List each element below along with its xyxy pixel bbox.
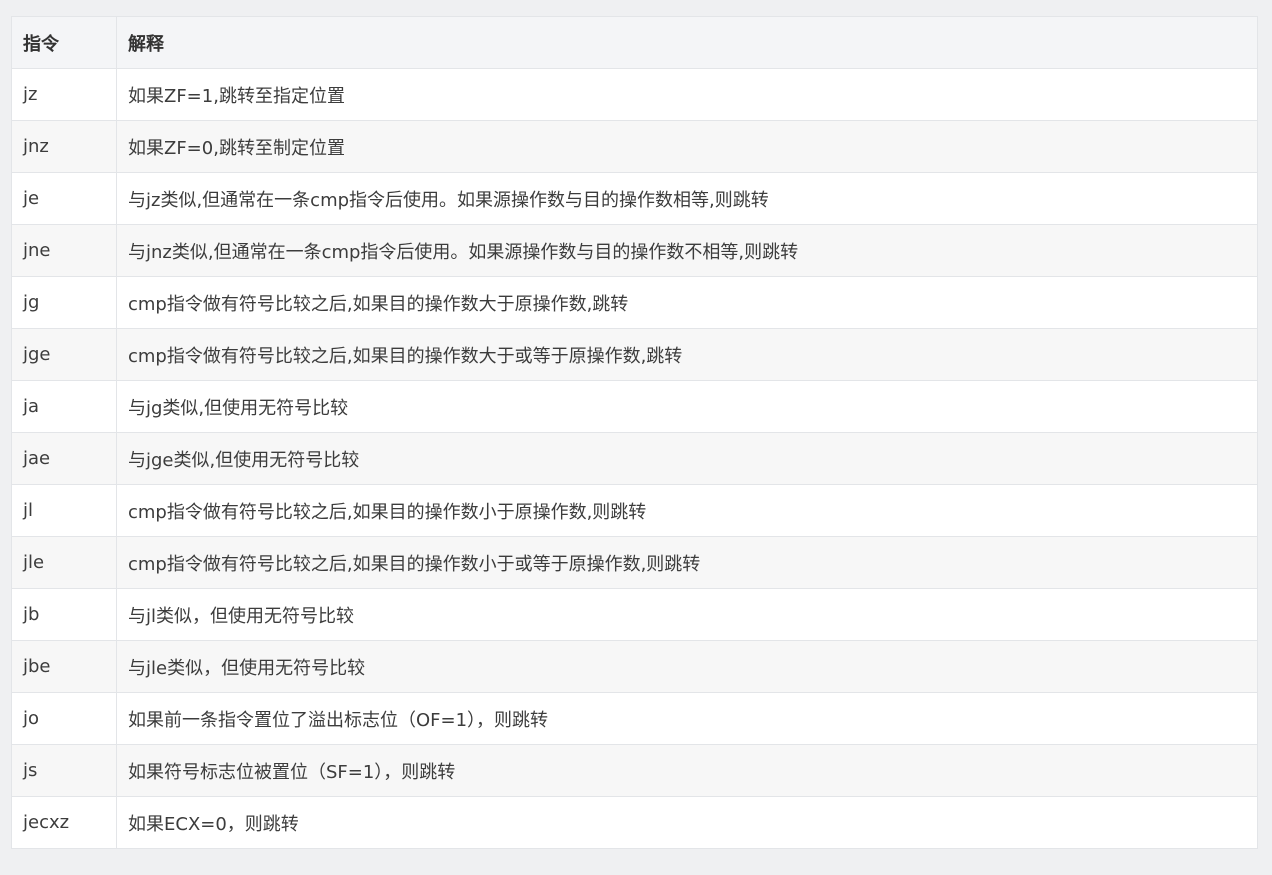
table-row: jz 如果ZF=1,跳转至指定位置 [11, 68, 1258, 121]
explanation-cell: cmp指令做有符号比较之后,如果目的操作数大于或等于原操作数,跳转 [116, 328, 1258, 381]
instruction-cell: jb [11, 588, 117, 641]
instruction-cell: jle [11, 536, 117, 589]
instruction-cell: jbe [11, 640, 117, 693]
table-row: jae 与jge类似,但使用无符号比较 [11, 432, 1258, 485]
explanation-cell: 如果前一条指令置位了溢出标志位（OF=1），则跳转 [116, 692, 1258, 745]
explanation-cell: 如果ZF=1,跳转至指定位置 [116, 68, 1258, 121]
table-row: jecxz 如果ECX=0，则跳转 [11, 796, 1258, 849]
instruction-cell: jne [11, 224, 117, 277]
instruction-cell: jl [11, 484, 117, 537]
explanation-cell: 与jg类似,但使用无符号比较 [116, 380, 1258, 433]
table-row: jb 与jl类似，但使用无符号比较 [11, 588, 1258, 641]
explanation-cell: 如果ECX=0，则跳转 [116, 796, 1258, 849]
instruction-cell: jecxz [11, 796, 117, 849]
instruction-cell: je [11, 172, 117, 225]
instruction-cell: jge [11, 328, 117, 381]
table-row: ja 与jg类似,但使用无符号比较 [11, 380, 1258, 433]
instruction-table: 指令 解释 jz 如果ZF=1,跳转至指定位置 jnz 如果ZF=0,跳转至制定… [11, 16, 1258, 849]
table-row: jg cmp指令做有符号比较之后,如果目的操作数大于原操作数,跳转 [11, 276, 1258, 329]
explanation-cell: 与jl类似，但使用无符号比较 [116, 588, 1258, 641]
explanation-cell: cmp指令做有符号比较之后,如果目的操作数小于原操作数,则跳转 [116, 484, 1258, 537]
table-row: jbe 与jle类似，但使用无符号比较 [11, 640, 1258, 693]
explanation-cell: 与jz类似,但通常在一条cmp指令后使用。如果源操作数与目的操作数相等,则跳转 [116, 172, 1258, 225]
instruction-cell: jnz [11, 120, 117, 173]
table-row: jge cmp指令做有符号比较之后,如果目的操作数大于或等于原操作数,跳转 [11, 328, 1258, 381]
explanation-cell: cmp指令做有符号比较之后,如果目的操作数大于原操作数,跳转 [116, 276, 1258, 329]
table-header-row: 指令 解释 [11, 16, 1258, 69]
explanation-cell: 与jle类似，但使用无符号比较 [116, 640, 1258, 693]
instruction-cell: jg [11, 276, 117, 329]
instruction-cell: ja [11, 380, 117, 433]
table-row: jnz 如果ZF=0,跳转至制定位置 [11, 120, 1258, 173]
instruction-table-container: 指令 解释 jz 如果ZF=1,跳转至指定位置 jnz 如果ZF=0,跳转至制定… [11, 16, 1258, 849]
table-row: je 与jz类似,但通常在一条cmp指令后使用。如果源操作数与目的操作数相等,则… [11, 172, 1258, 225]
explanation-cell: 如果符号标志位被置位（SF=1），则跳转 [116, 744, 1258, 797]
header-explanation: 解释 [116, 16, 1258, 69]
table-row: js 如果符号标志位被置位（SF=1），则跳转 [11, 744, 1258, 797]
header-instruction: 指令 [11, 16, 117, 69]
explanation-cell: cmp指令做有符号比较之后,如果目的操作数小于或等于原操作数,则跳转 [116, 536, 1258, 589]
instruction-cell: js [11, 744, 117, 797]
explanation-cell: 如果ZF=0,跳转至制定位置 [116, 120, 1258, 173]
table-row: jne 与jnz类似,但通常在一条cmp指令后使用。如果源操作数与目的操作数不相… [11, 224, 1258, 277]
explanation-cell: 与jnz类似,但通常在一条cmp指令后使用。如果源操作数与目的操作数不相等,则跳… [116, 224, 1258, 277]
instruction-cell: jo [11, 692, 117, 745]
instruction-cell: jz [11, 68, 117, 121]
instruction-cell: jae [11, 432, 117, 485]
explanation-cell: 与jge类似,但使用无符号比较 [116, 432, 1258, 485]
table-row: jo 如果前一条指令置位了溢出标志位（OF=1），则跳转 [11, 692, 1258, 745]
table-row: jle cmp指令做有符号比较之后,如果目的操作数小于或等于原操作数,则跳转 [11, 536, 1258, 589]
table-row: jl cmp指令做有符号比较之后,如果目的操作数小于原操作数,则跳转 [11, 484, 1258, 537]
